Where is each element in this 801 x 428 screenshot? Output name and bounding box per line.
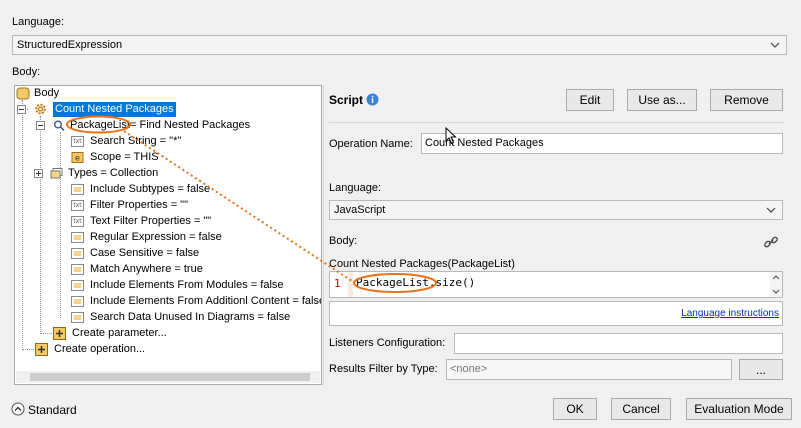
script-body-label: Body:	[329, 235, 358, 247]
add-icon	[53, 327, 66, 340]
mouse-cursor-icon	[445, 127, 457, 145]
chevron-down-icon	[766, 207, 776, 213]
script-language-label: Language:	[329, 182, 381, 194]
language-label: Language:	[12, 16, 64, 28]
collapse-icon[interactable]	[36, 121, 45, 130]
boolean-property-icon	[71, 232, 84, 243]
boolean-property-icon	[71, 296, 84, 307]
evaluation-mode-button[interactable]: Evaluation Mode	[686, 398, 792, 420]
results-filter-label: Results Filter by Type:	[329, 363, 438, 375]
language-instructions-box: Language instructions	[329, 301, 783, 326]
text-value-icon: txt	[71, 216, 84, 227]
edit-button[interactable]: Edit	[566, 89, 614, 111]
boolean-property-icon	[71, 280, 84, 291]
body-tree[interactable]: Body Count Nested Packages PackageList =…	[14, 85, 322, 385]
gear-icon	[35, 103, 46, 115]
language-instructions-link[interactable]: Language instructions	[681, 307, 779, 320]
cancel-button[interactable]: Cancel	[611, 398, 671, 420]
collection-icon	[50, 168, 63, 179]
operation-name-input[interactable]: Count Nested Packages	[421, 133, 783, 154]
collapse-up-icon[interactable]	[11, 402, 25, 416]
text-value-icon: txt	[71, 136, 84, 147]
scroll-up-icon[interactable]	[772, 274, 780, 280]
body-label: Body:	[12, 66, 41, 78]
function-signature: Count Nested Packages(PackageList)	[329, 258, 515, 270]
boolean-property-icon	[71, 184, 84, 195]
add-icon	[35, 343, 48, 356]
code-editor[interactable]: 1 PackageList.size()	[329, 271, 783, 298]
code-scrollbar[interactable]	[770, 272, 782, 297]
script-language-select[interactable]: JavaScript	[329, 200, 783, 220]
line-number: 1	[334, 277, 341, 290]
ok-button[interactable]: OK	[553, 398, 597, 420]
parameter-value: = Find Nested Packages	[130, 119, 251, 131]
standard-toggle[interactable]: Standard	[28, 403, 77, 417]
remove-button[interactable]: Remove	[710, 89, 783, 111]
boolean-property-icon	[71, 264, 84, 275]
enum-value-icon: e	[71, 152, 84, 163]
script-title: Script	[329, 93, 364, 107]
scroll-down-icon[interactable]	[772, 289, 780, 295]
language-select[interactable]: StructuredExpression	[12, 35, 787, 55]
info-icon[interactable]	[366, 93, 379, 106]
tree-horizontal-scrollbar[interactable]	[16, 371, 320, 383]
operation-name-label: Operation Name:	[329, 138, 413, 150]
chevron-down-icon	[770, 42, 780, 48]
scrollbar-thumb[interactable]	[30, 373, 310, 381]
use-as-button[interactable]: Use as...	[627, 89, 697, 111]
results-filter-browse-button[interactable]: ...	[739, 359, 783, 380]
listeners-label: Listeners Configuration:	[329, 337, 446, 349]
language-select-value: StructuredExpression	[17, 39, 123, 51]
results-filter-input[interactable]: <none>	[446, 359, 732, 380]
expand-icon[interactable]	[34, 169, 43, 178]
svg-text:e: e	[75, 154, 80, 163]
highlight-ellipse-icon	[66, 115, 131, 134]
listeners-input[interactable]	[454, 333, 783, 354]
boolean-property-icon	[71, 312, 84, 323]
boolean-property-icon	[71, 248, 84, 259]
body-icon	[16, 87, 30, 100]
separator	[329, 122, 784, 123]
highlight-ellipse-icon	[353, 273, 437, 293]
collapse-icon[interactable]	[17, 105, 26, 114]
script-language-value: JavaScript	[334, 204, 386, 216]
panel-divider[interactable]	[323, 85, 324, 385]
text-value-icon: txt	[71, 200, 84, 211]
link-icon[interactable]	[763, 234, 779, 250]
